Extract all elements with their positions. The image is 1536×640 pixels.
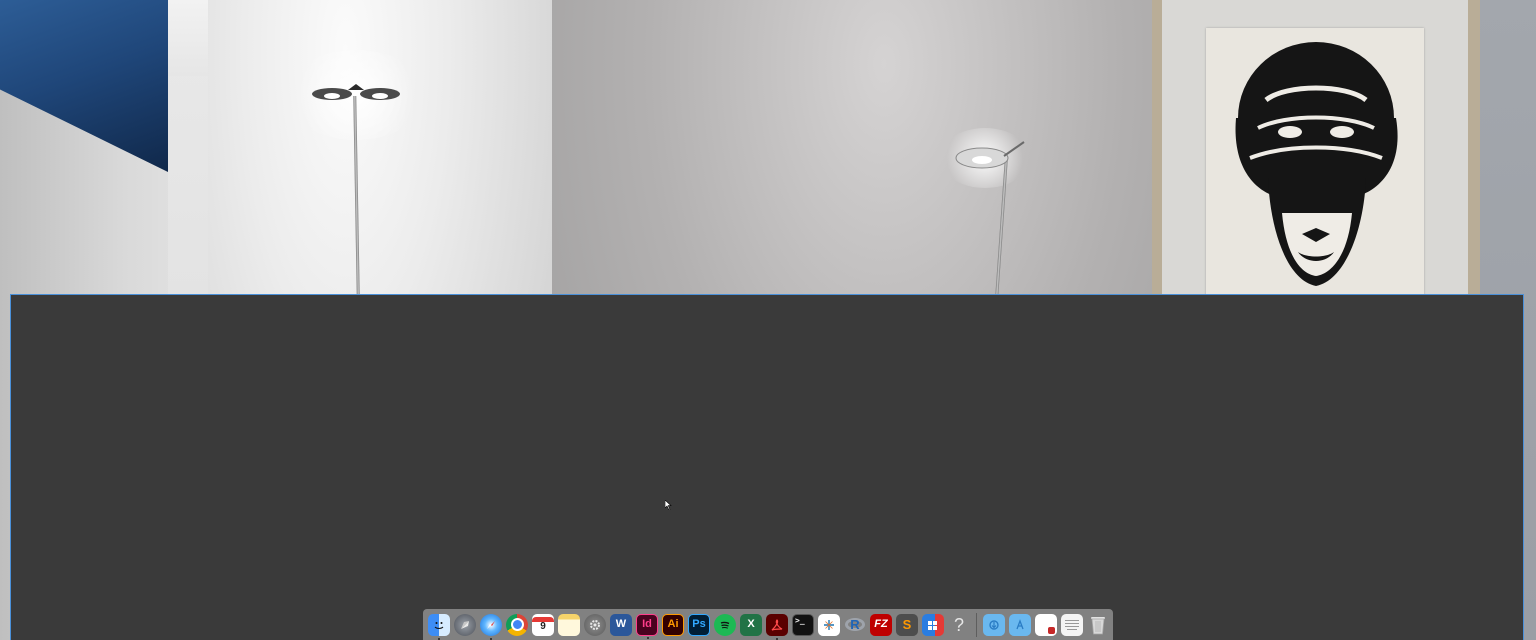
help-icon-label: ? xyxy=(953,614,964,635)
launchpad-icon[interactable] xyxy=(454,613,476,636)
sublime-text-icon[interactable]: S xyxy=(896,613,918,636)
dock: 9 W Id Ai Ps X >_ R FZ S ? xyxy=(423,609,1113,640)
chrome-icon[interactable] xyxy=(506,613,528,636)
finder-icon[interactable] xyxy=(428,613,450,640)
lamp-head-right xyxy=(955,141,1025,169)
app-window[interactable] xyxy=(10,294,1524,640)
filezilla-icon[interactable]: FZ xyxy=(870,613,892,636)
safari-icon[interactable] xyxy=(480,613,502,640)
indesign-icon-label: Id xyxy=(642,618,652,630)
photoshop-icon-label: Ps xyxy=(692,618,706,630)
system-preferences-icon[interactable] xyxy=(584,613,606,636)
excel-icon-label: X xyxy=(747,618,755,630)
photoshop-icon[interactable]: Ps xyxy=(688,613,710,636)
running-indicator xyxy=(438,637,440,640)
terminal-icon-label: >_ xyxy=(795,615,805,625)
downloads-folder-icon[interactable] xyxy=(983,613,1005,636)
r-icon-label: R xyxy=(850,617,860,632)
poster-face-art xyxy=(1235,42,1398,286)
terminal-icon[interactable]: >_ xyxy=(792,613,814,636)
dock-separator xyxy=(976,612,977,637)
excel-icon[interactable]: X xyxy=(740,613,762,636)
applications-folder-icon[interactable] xyxy=(1009,613,1031,636)
word-icon-label: W xyxy=(615,618,627,630)
text-document-icon[interactable] xyxy=(1061,613,1083,636)
word-icon[interactable]: W xyxy=(610,613,632,636)
r-icon[interactable]: R xyxy=(844,614,866,636)
illustrator-icon[interactable]: Ai xyxy=(662,613,684,636)
parallels-icon[interactable] xyxy=(922,613,944,636)
trash-icon[interactable] xyxy=(1087,614,1109,636)
running-indicator xyxy=(776,637,778,640)
running-indicator xyxy=(647,636,649,639)
sublime-text-icon-label: S xyxy=(902,617,912,632)
desktop[interactable]: 9 W Id Ai Ps X >_ R FZ S ? xyxy=(0,0,1536,640)
indesign-icon[interactable]: Id xyxy=(636,613,658,639)
calendar-date-label: 9 xyxy=(540,621,546,632)
pdf-document-icon[interactable] xyxy=(1035,613,1057,636)
spotify-icon[interactable] xyxy=(714,613,736,636)
illustrator-icon-label: Ai xyxy=(667,618,679,630)
filezilla-icon-label: FZ xyxy=(874,618,888,630)
mouse-cursor-icon xyxy=(665,500,672,510)
acrobat-icon[interactable] xyxy=(766,613,788,640)
running-indicator xyxy=(490,637,492,640)
wallpaper-poster xyxy=(1206,28,1424,298)
tableau-icon[interactable] xyxy=(818,613,840,636)
calendar-icon[interactable]: 9 xyxy=(532,613,554,636)
help-icon[interactable]: ? xyxy=(948,614,970,636)
lamp-head-left xyxy=(312,84,400,100)
notes-icon[interactable] xyxy=(558,613,580,636)
